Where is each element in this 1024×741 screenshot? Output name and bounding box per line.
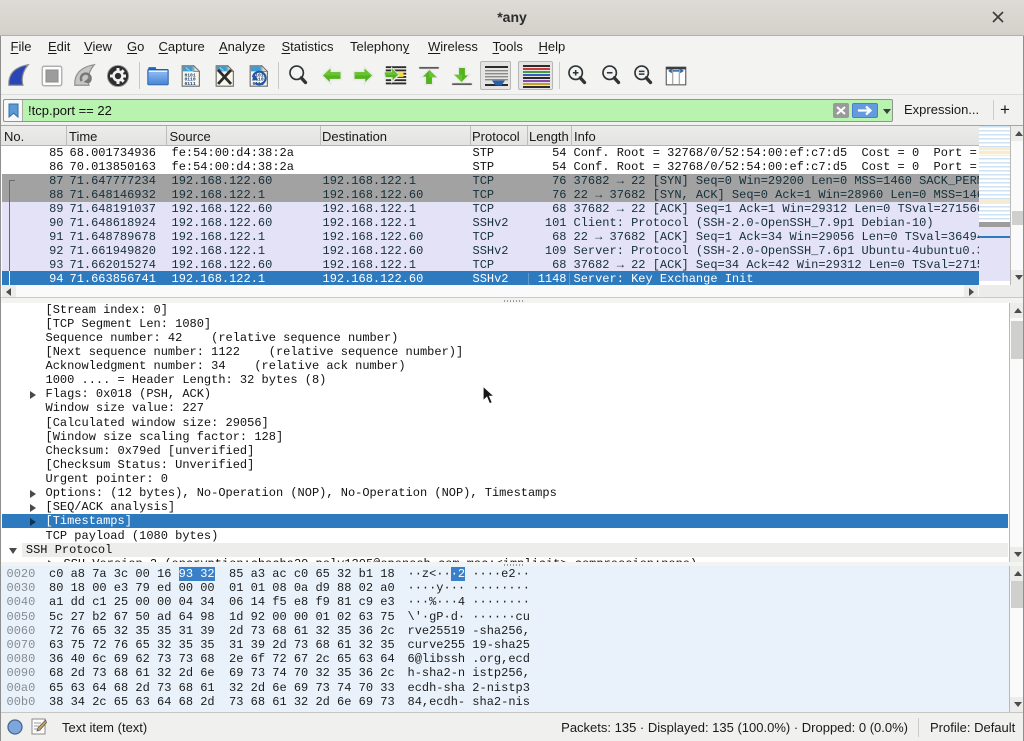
svg-text:0111: 0111 <box>185 81 196 87</box>
